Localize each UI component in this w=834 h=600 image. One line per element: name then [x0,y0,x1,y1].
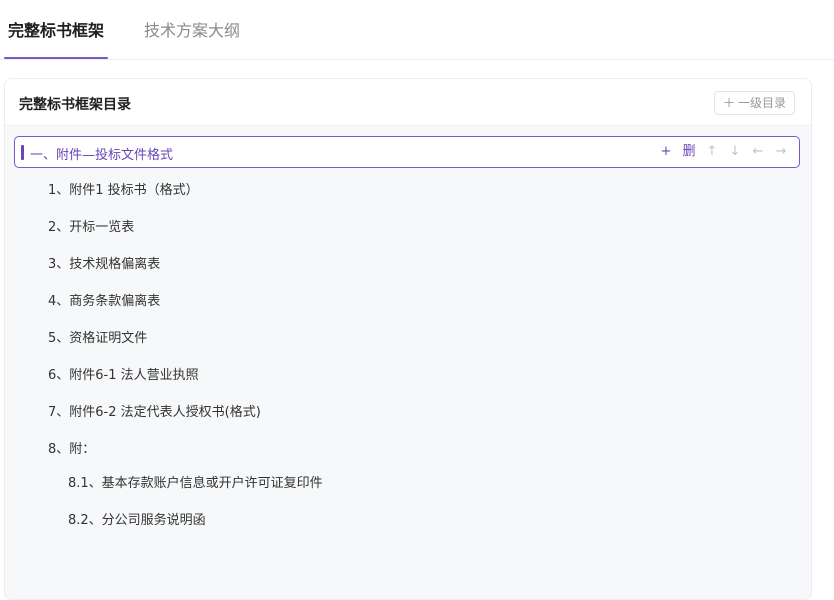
outline-card: 完整标书框架目录 ＋ 一级目录 一、附件—投标文件格式 + 删 ↑ ↓ ← → … [4,78,812,600]
outline-item[interactable]: 8、附： [48,438,95,457]
tab-tech-outline[interactable]: 技术方案大纲 [144,20,240,42]
outline-item[interactable]: 4、商务条款偏离表 [48,290,160,309]
outline-item[interactable]: 2、开标一览表 [48,216,134,235]
outdent-icon[interactable]: ← [750,142,766,162]
card-title: 完整标书框架目录 [19,97,131,113]
outline-item[interactable]: 3、技术规格偏离表 [48,253,160,272]
move-up-icon[interactable]: ↑ [704,142,720,162]
delete-button[interactable]: 删 [681,142,697,162]
outline-subitem[interactable]: 8.2、分公司服务说明函 [68,509,206,528]
outline-item[interactable]: 7、附件6-2 法定代表人授权书(格式) [48,401,261,420]
indent-icon[interactable]: → [773,142,789,162]
add-top-level-label: 一级目录 [737,96,786,110]
selected-item-label: 一、附件—投标文件格式 [30,148,174,163]
tab-bar: 完整标书框架 技术方案大纲 [0,0,834,60]
selection-marker [21,145,24,160]
outline-item[interactable]: 6、附件6-1 法人营业执照 [48,364,199,383]
selected-outline-item[interactable]: 一、附件—投标文件格式 + 删 ↑ ↓ ← → [14,136,800,168]
outline-item[interactable]: 5、资格证明文件 [48,327,147,346]
tab-full-bid-framework[interactable]: 完整标书框架 [8,20,104,42]
move-down-icon[interactable]: ↓ [727,142,743,162]
card-header: 完整标书框架目录 ＋ 一级目录 [5,79,811,126]
row-actions: + 删 ↑ ↓ ← → [658,142,789,162]
add-child-button[interactable]: + [658,142,674,162]
outline-subitem[interactable]: 8.1、基本存款账户信息或开户许可证复印件 [68,472,323,491]
plus-icon: ＋ [722,96,735,110]
active-tab-indicator [4,57,108,59]
outline-item[interactable]: 1、附件1 投标书（格式） [48,179,199,198]
add-top-level-button[interactable]: ＋ 一级目录 [713,91,795,115]
